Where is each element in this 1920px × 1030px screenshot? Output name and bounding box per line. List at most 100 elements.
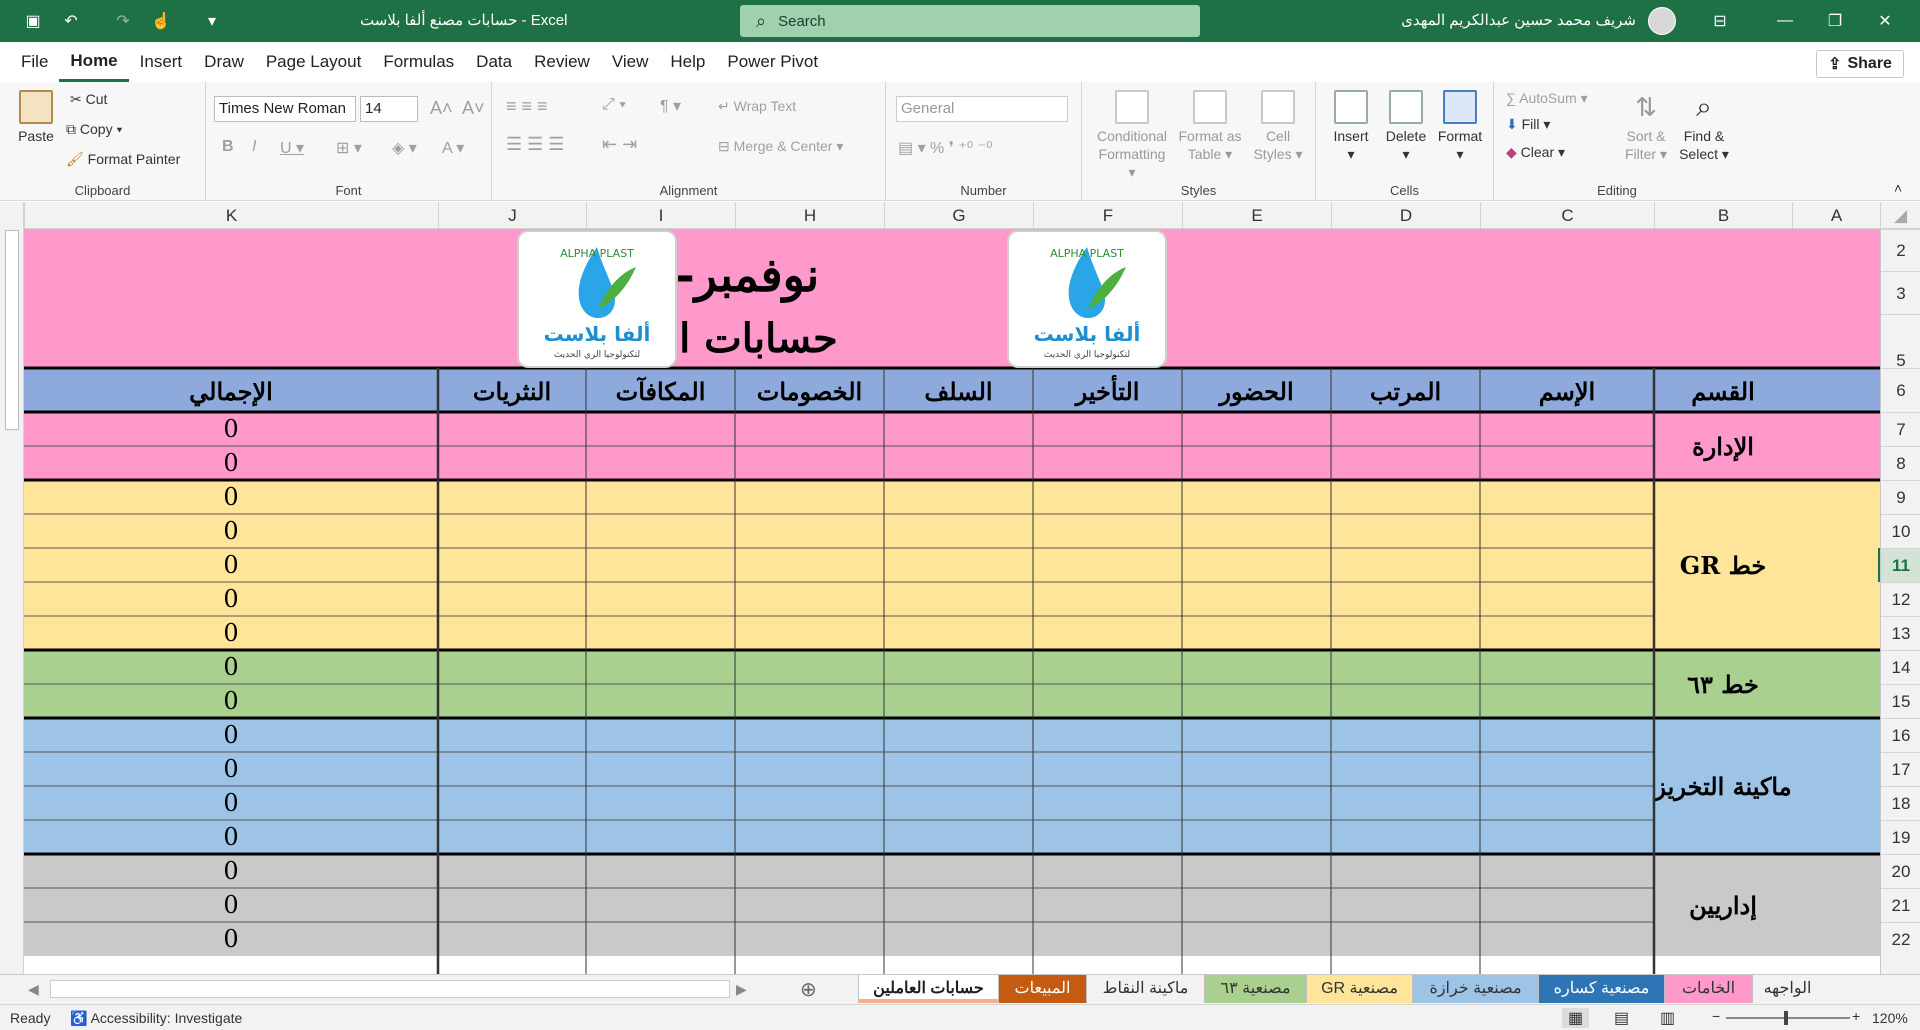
indent-icon[interactable]: ⇤ ⇥ <box>602 134 637 155</box>
conditional-formatting-button[interactable]: Conditional Formatting ▾ <box>1094 90 1170 181</box>
insert-cells-button[interactable]: Insert ▾ <box>1324 90 1378 163</box>
paste-button[interactable]: Paste <box>10 90 62 145</box>
row-header-20[interactable]: 20 <box>1881 854 1920 888</box>
customize-qat-icon[interactable]: ▾ <box>200 0 224 42</box>
format-painter-button[interactable]: 🖌 Format Painter <box>66 151 180 168</box>
zoom-in-icon[interactable]: + <box>1852 1008 1860 1024</box>
row-header-8[interactable]: 8 <box>1881 446 1920 480</box>
zoom-slider-thumb[interactable] <box>1784 1011 1788 1025</box>
column-header-e[interactable]: E <box>1182 202 1331 229</box>
column-header-c[interactable]: C <box>1480 202 1654 229</box>
column-header-h[interactable]: H <box>735 202 884 229</box>
column-header-j[interactable]: J <box>438 202 586 229</box>
sheet-tab[interactable]: الخامات <box>1664 975 1752 1003</box>
row-header-16[interactable]: 16 <box>1881 718 1920 752</box>
save-icon[interactable]: ▣ <box>18 0 48 42</box>
normal-view-icon[interactable]: ▦ <box>1562 1008 1590 1028</box>
worksheet[interactable]: 0 0 الإدارة 0 0 0 0 0 خط GR 0 0 خط ٦٣ 0 0 0 0 ماكينة الت… <box>24 229 1880 974</box>
page-break-view-icon[interactable]: ▥ <box>1660 1008 1675 1028</box>
orientation-icon[interactable]: ⤢ ▾ <box>602 96 626 114</box>
scrollbar-thumb[interactable] <box>5 230 19 430</box>
row-header-12[interactable]: 12 <box>1881 582 1920 616</box>
row-header-6[interactable]: 6 <box>1881 368 1920 412</box>
cell-styles-button[interactable]: Cell Styles ▾ <box>1246 90 1310 163</box>
undo-icon[interactable]: ↶ <box>56 0 86 42</box>
minimize-icon[interactable]: — <box>1760 0 1810 42</box>
number-format-dropdown[interactable]: General <box>896 96 1068 122</box>
column-header-i[interactable]: I <box>586 202 735 229</box>
tab-insert[interactable]: Insert <box>129 42 194 82</box>
grow-font-icon[interactable]: A˄ <box>430 98 453 119</box>
horizontal-scrollbar[interactable] <box>50 980 730 998</box>
touch-mode-icon[interactable]: ☝ <box>146 0 176 42</box>
row-header-22[interactable]: 22 <box>1881 922 1920 956</box>
row-header-21[interactable]: 21 <box>1881 888 1920 922</box>
sheet-tab[interactable]: مصنعية GR <box>1306 975 1412 1003</box>
fill-color-icon[interactable]: ◈ ▾ <box>392 138 417 158</box>
collapse-ribbon-icon[interactable]: ˄ <box>1894 180 1902 196</box>
row-header-15[interactable]: 15 <box>1881 684 1920 718</box>
restore-icon[interactable]: ❐ <box>1810 0 1860 42</box>
column-header-b[interactable]: B <box>1654 202 1792 229</box>
scroll-right-icon[interactable]: ▶ <box>736 981 747 998</box>
tab-data[interactable]: Data <box>465 42 523 82</box>
font-size-dropdown[interactable]: 14 <box>360 96 418 122</box>
row-header-11[interactable]: 11 <box>1881 548 1920 582</box>
font-color-icon[interactable]: A ▾ <box>442 138 464 158</box>
tab-file[interactable]: File <box>10 42 59 82</box>
sheet-tab[interactable]: الواجهه <box>1752 975 1822 1003</box>
row-header-2[interactable]: 2 <box>1881 229 1920 271</box>
row-header-5[interactable]: 5 <box>1881 314 1920 370</box>
tab-page-layout[interactable]: Page Layout <box>255 42 372 82</box>
page-layout-view-icon[interactable]: ▤ <box>1614 1008 1629 1028</box>
zoom-slider[interactable] <box>1726 1011 1850 1025</box>
autosum-button[interactable]: ∑ AutoSum ▾ <box>1506 90 1588 107</box>
column-header-a[interactable]: A <box>1792 202 1880 229</box>
align-left-icon[interactable]: ☰ ☰ ☰ <box>506 134 564 155</box>
row-header-17[interactable]: 17 <box>1881 752 1920 786</box>
underline-icon[interactable]: U ▾ <box>280 138 304 158</box>
rtl-icon[interactable]: ¶ ▾ <box>660 96 681 116</box>
tab-power-pivot[interactable]: Power Pivot <box>716 42 829 82</box>
ribbon-display-icon[interactable]: ⊟ <box>1700 0 1740 42</box>
sort-filter-button[interactable]: ⇅ Sort & Filter ▾ <box>1618 90 1674 163</box>
sheet-tab[interactable]: مصنعية خرازة <box>1412 975 1538 1003</box>
zoom-level[interactable]: 120% <box>1872 1010 1908 1026</box>
sheet-tab[interactable]: حسابات العاملين <box>858 975 998 1003</box>
italic-icon[interactable]: I <box>252 138 256 156</box>
close-icon[interactable]: ✕ <box>1860 0 1910 42</box>
tab-draw[interactable]: Draw <box>193 42 255 82</box>
tab-review[interactable]: Review <box>523 42 601 82</box>
row-header-19[interactable]: 19 <box>1881 820 1920 854</box>
borders-icon[interactable]: ⊞ ▾ <box>336 138 362 158</box>
merge-center-button[interactable]: ⊟ Merge & Center ▾ <box>718 138 843 155</box>
column-header-d[interactable]: D <box>1331 202 1480 229</box>
column-header-f[interactable]: F <box>1033 202 1182 229</box>
avatar[interactable] <box>1648 7 1676 35</box>
row-header-3[interactable]: 3 <box>1881 271 1920 314</box>
redo-icon[interactable]: ↷ <box>108 0 138 42</box>
sheet-tab[interactable]: المبيعات <box>998 975 1086 1003</box>
new-sheet-icon[interactable]: ⊕ <box>800 977 817 1002</box>
format-cells-button[interactable]: Format ▾ <box>1432 90 1488 163</box>
accessibility-status[interactable]: ♿ Accessibility: Investigate <box>70 1010 242 1027</box>
tab-formulas[interactable]: Formulas <box>372 42 465 82</box>
row-header-18[interactable]: 18 <box>1881 786 1920 820</box>
row-header-10[interactable]: 10 <box>1881 514 1920 548</box>
tab-home[interactable]: Home <box>59 43 129 82</box>
sheet-tab[interactable]: ماكينة النقاط <box>1086 975 1204 1003</box>
shrink-font-icon[interactable]: A˅ <box>462 98 485 119</box>
sheet-tab[interactable]: مصنعية كساره <box>1538 975 1664 1003</box>
search-box[interactable]: ⌕ Search <box>740 5 1200 37</box>
copy-button[interactable]: ⧉ Copy ▾ <box>66 121 122 138</box>
find-select-button[interactable]: ⌕ Find & Select ▾ <box>1674 90 1734 163</box>
column-header-g[interactable]: G <box>884 202 1033 229</box>
row-header-9[interactable]: 9 <box>1881 480 1920 514</box>
zoom-out-icon[interactable]: − <box>1712 1008 1720 1024</box>
delete-cells-button[interactable]: Delete ▾ <box>1378 90 1434 163</box>
row-header-7[interactable]: 7 <box>1881 412 1920 446</box>
vertical-scrollbar[interactable] <box>0 202 24 974</box>
cut-button[interactable]: ✂ Cut <box>70 91 107 108</box>
tab-view[interactable]: View <box>601 42 660 82</box>
select-all-corner[interactable]: ◢ <box>1880 202 1920 229</box>
